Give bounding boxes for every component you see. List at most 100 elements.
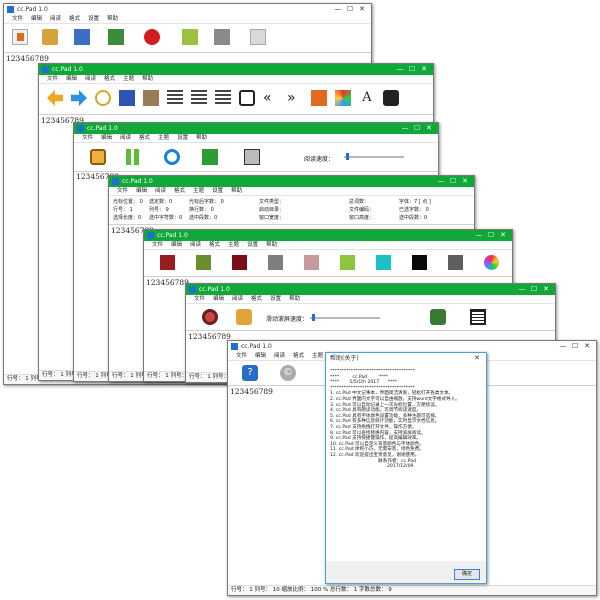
close-icon[interactable]: ✕ bbox=[497, 230, 509, 241]
color-swatch[interactable] bbox=[448, 255, 463, 270]
pen-icon[interactable] bbox=[311, 90, 327, 106]
copyright-icon[interactable]: © bbox=[280, 365, 296, 381]
menu-theme[interactable]: 主题 bbox=[189, 187, 208, 195]
menu-help[interactable]: 帮助 bbox=[227, 187, 246, 195]
scroll-speed-slider[interactable] bbox=[310, 317, 380, 319]
paste-icon[interactable] bbox=[143, 90, 159, 106]
close-icon[interactable]: ✕ bbox=[581, 341, 593, 352]
menu-theme[interactable]: 主题 bbox=[224, 241, 243, 249]
text-content[interactable]: 123456789 bbox=[188, 332, 231, 341]
double-right-icon[interactable]: » bbox=[287, 90, 303, 106]
maximize-icon[interactable]: ☐ bbox=[569, 341, 581, 352]
menu-read[interactable]: 阅读 bbox=[186, 241, 205, 249]
menu-edit[interactable]: 编辑 bbox=[209, 295, 228, 303]
screenshot-icon[interactable] bbox=[214, 29, 230, 45]
menu-help[interactable]: 帮助 bbox=[103, 15, 122, 23]
title-bar[interactable]: cc.Pad 1.0 — ☐ ✕ bbox=[39, 64, 433, 75]
minimize-icon[interactable]: — bbox=[394, 64, 406, 75]
color-swatch[interactable] bbox=[340, 255, 355, 270]
menu-read[interactable]: 阅读 bbox=[151, 187, 170, 195]
menu-read[interactable]: 阅读 bbox=[81, 75, 100, 83]
title-bar[interactable]: cc.Pad 1.0 — ☐ ✕ bbox=[4, 4, 371, 15]
menu-file[interactable]: 文件 bbox=[190, 295, 209, 303]
menu-read[interactable]: 阅读 bbox=[228, 295, 247, 303]
chinese-font-icon[interactable] bbox=[383, 90, 399, 106]
menu-edit[interactable]: 编辑 bbox=[27, 15, 46, 23]
export-icon[interactable] bbox=[108, 29, 124, 45]
menu-file[interactable]: 文件 bbox=[78, 134, 97, 142]
close-icon[interactable]: ✕ bbox=[418, 64, 430, 75]
menu-list-icon[interactable] bbox=[470, 309, 486, 325]
print-icon[interactable] bbox=[182, 29, 198, 45]
title-bar[interactable]: cc.Pad 1.0 — ☐ ✕ bbox=[144, 230, 512, 241]
menu-file[interactable]: 文件 bbox=[43, 75, 62, 83]
close-icon[interactable]: ✕ bbox=[471, 353, 483, 364]
menu-format[interactable]: 格式 bbox=[247, 295, 266, 303]
menu-help[interactable]: 帮助 bbox=[138, 75, 157, 83]
read-speed-slider[interactable] bbox=[344, 156, 404, 158]
close-icon[interactable]: ✕ bbox=[540, 284, 552, 295]
minimize-icon[interactable]: — bbox=[557, 341, 569, 352]
color-swatch[interactable] bbox=[304, 255, 319, 270]
text-content[interactable]: 123456789 bbox=[230, 387, 273, 396]
color-grid-icon[interactable] bbox=[335, 90, 351, 106]
stop-icon[interactable] bbox=[164, 149, 180, 165]
font-up-icon[interactable] bbox=[202, 149, 218, 165]
maximize-icon[interactable]: ☐ bbox=[406, 64, 418, 75]
align-left-icon[interactable] bbox=[167, 90, 183, 106]
title-bar[interactable]: cc.Pad 1.0 — ☐ ✕ bbox=[228, 341, 596, 352]
close-icon[interactable]: ✕ bbox=[423, 123, 435, 134]
maximize-icon[interactable]: ☐ bbox=[528, 284, 540, 295]
maximize-icon[interactable]: ☐ bbox=[411, 123, 423, 134]
play-icon[interactable] bbox=[90, 149, 106, 165]
maximize-icon[interactable]: ☐ bbox=[485, 230, 497, 241]
menu-edit[interactable]: 编辑 bbox=[167, 241, 186, 249]
font-style-icon[interactable] bbox=[244, 149, 260, 165]
menu-edit[interactable]: 编辑 bbox=[251, 352, 270, 360]
list-icon[interactable] bbox=[239, 90, 255, 106]
menu-format[interactable]: 格式 bbox=[100, 75, 119, 83]
color-swatch[interactable] bbox=[376, 255, 391, 270]
menu-help[interactable]: 帮助 bbox=[262, 241, 281, 249]
close-icon[interactable]: ✕ bbox=[459, 176, 471, 187]
color-swatch[interactable] bbox=[412, 255, 427, 270]
arrow-right-icon[interactable] bbox=[71, 90, 87, 106]
arrow-left-icon[interactable] bbox=[47, 90, 63, 106]
menu-file[interactable]: 文件 bbox=[232, 352, 251, 360]
menu-format[interactable]: 格式 bbox=[170, 187, 189, 195]
color-swatch[interactable] bbox=[196, 255, 211, 270]
cut-icon[interactable] bbox=[95, 90, 111, 106]
menu-edit[interactable]: 编辑 bbox=[132, 187, 151, 195]
color-swatch[interactable] bbox=[232, 255, 247, 270]
title-bar[interactable]: cc.Pad 1.0 — ☐ ✕ bbox=[109, 176, 474, 187]
clear-icon[interactable] bbox=[250, 29, 266, 45]
menu-read[interactable]: 阅读 bbox=[270, 352, 289, 360]
maximize-icon[interactable]: ☐ bbox=[344, 4, 356, 15]
minimize-icon[interactable]: — bbox=[516, 284, 528, 295]
read-speed-knob[interactable] bbox=[346, 153, 349, 160]
maximize-icon[interactable]: ☐ bbox=[447, 176, 459, 187]
menu-settings[interactable]: 设置 bbox=[208, 187, 227, 195]
pause-icon[interactable] bbox=[126, 149, 142, 165]
menu-settings[interactable]: 设置 bbox=[243, 241, 262, 249]
open-file-icon[interactable] bbox=[42, 29, 58, 45]
menu-read[interactable]: 阅读 bbox=[116, 134, 135, 142]
save-file-icon[interactable] bbox=[74, 29, 90, 45]
menu-edit[interactable]: 编辑 bbox=[97, 134, 116, 142]
new-file-icon[interactable] bbox=[12, 29, 28, 45]
double-left-icon[interactable]: « bbox=[263, 90, 279, 106]
text-content[interactable]: 123456789 bbox=[6, 54, 49, 63]
minimize-icon[interactable]: — bbox=[332, 4, 344, 15]
ok-button[interactable]: 确定 bbox=[454, 569, 480, 580]
minimize-icon[interactable]: — bbox=[473, 230, 485, 241]
align-right-icon[interactable] bbox=[215, 90, 231, 106]
menu-read[interactable]: 阅读 bbox=[46, 15, 65, 23]
menu-theme[interactable]: 主题 bbox=[154, 134, 173, 142]
menu-file[interactable]: 文件 bbox=[113, 187, 132, 195]
copy-icon[interactable] bbox=[119, 90, 135, 106]
dialog-title-bar[interactable]: 帮助(关于) ✕ bbox=[326, 353, 486, 364]
menu-settings[interactable]: 设置 bbox=[84, 15, 103, 23]
lock-icon[interactable] bbox=[236, 309, 252, 325]
title-bar[interactable]: cc.Pad 1.0 — ☐ ✕ bbox=[186, 284, 555, 295]
align-center-icon[interactable] bbox=[191, 90, 207, 106]
